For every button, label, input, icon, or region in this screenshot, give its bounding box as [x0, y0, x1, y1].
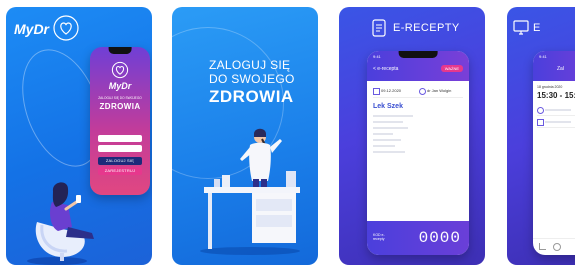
- stethoscope-heart-icon: [111, 61, 129, 79]
- code-label: KOD e-recepty: [373, 233, 385, 241]
- doctor-icon: [419, 88, 426, 95]
- screen-title: E-RECEPTY: [393, 22, 460, 34]
- stethoscope-heart-icon: [53, 15, 79, 41]
- nav-icon[interactable]: [553, 243, 561, 251]
- phone-mockup-visits: 9:41 Zal 18 grudnia 2020 15:30 - 15:4: [533, 51, 575, 255]
- phone-subtitle: ZALOGUJ SIĘ DO SWOJEGO: [98, 96, 142, 100]
- code-value: 0000: [418, 229, 461, 247]
- doctor-at-desk-illustration: [200, 128, 300, 255]
- login-field[interactable]: [98, 135, 142, 142]
- headline-line-3: ZDROWIA: [209, 87, 294, 106]
- screen-title: E: [533, 22, 541, 34]
- date-value: 09.12.2020: [381, 88, 402, 93]
- code-panel: KOD e-recepty 0000: [367, 221, 469, 255]
- screenshot-card-visits: E 9:41 Zal 18 grudnia 2020 15:30 - 15:4: [507, 7, 575, 265]
- monitor-icon: [513, 20, 529, 35]
- detail-lines: [373, 115, 423, 157]
- mydr-logo: MyDr: [14, 21, 50, 37]
- phone-notch: [398, 51, 438, 58]
- status-time: 9:41: [373, 54, 381, 59]
- info-row: 09.12.2020 dr Jan Wolgin: [373, 87, 463, 98]
- chart-icon[interactable]: [539, 243, 546, 250]
- tab-label[interactable]: Zal: [557, 66, 564, 72]
- calendar-icon: [373, 88, 380, 95]
- visit-time: 15:30 - 15:4: [537, 91, 575, 100]
- headline-line-2: DO SWOJEGO: [209, 72, 295, 86]
- screenshot-card-erecepty: E-RECEPTY 9:41 < e-recepta WAŻNE 09.12.2…: [339, 7, 485, 265]
- status-time: 9:41: [539, 54, 547, 59]
- phone-mockup-erecepty: 9:41 < e-recepta WAŻNE 09.12.2020 dr Jan…: [367, 51, 469, 255]
- login-button[interactable]: ZALOGUJ SIĘ: [98, 157, 142, 165]
- patient-name: Lek Szek: [373, 103, 403, 110]
- phone-logo: MyDr: [108, 81, 132, 91]
- status-badge: WAŻNE: [440, 65, 463, 72]
- screenshot-card-login: MyDr MyDr ZALOGUJ SIĘ DO SWOJEGO ZDROWIA…: [6, 7, 152, 265]
- visit-date: 18 grudnia 2020: [537, 85, 563, 89]
- visit-row: [537, 117, 575, 128]
- doctor-label: dr Jan Wolgin: [427, 88, 452, 93]
- phone-notch: [108, 47, 132, 54]
- screenshot-card-doctor: ZALOGUJ SIĘ DO SWOJEGO ZDROWIA: [172, 7, 318, 265]
- headline-line-1: ZALOGUJ SIĘ: [209, 58, 291, 72]
- prescription-icon: [372, 19, 386, 37]
- bottom-nav: [533, 238, 575, 255]
- visit-row: [537, 105, 575, 116]
- phone-title: ZDROWIA: [99, 102, 141, 111]
- password-field[interactable]: [98, 145, 142, 152]
- back-link[interactable]: < e-recepta: [373, 66, 398, 72]
- woman-with-phone-illustration: [27, 182, 94, 265]
